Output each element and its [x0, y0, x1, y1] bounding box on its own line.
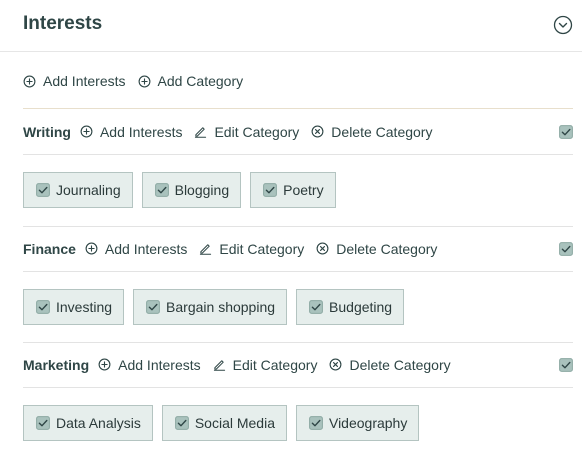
interest-label: Poetry [283, 182, 324, 198]
interest-chip-list: Journaling Blogging Poetry [23, 172, 573, 209]
edit-category-label: Edit Category [214, 123, 300, 140]
interest-label: Social Media [194, 415, 275, 431]
checkbox-checked-icon[interactable] [146, 300, 160, 314]
top-actions: Add Interests Add Category [23, 71, 255, 91]
delete-category-label: Delete Category [336, 240, 438, 257]
x-circle-icon [330, 358, 342, 371]
interest-chip-poetry[interactable]: Poetry [250, 172, 336, 208]
interest-chip-bargain-shopping[interactable]: Bargain shopping [133, 289, 288, 325]
checkbox-checked-icon[interactable] [174, 416, 189, 430]
interest-label: Blogging [174, 182, 230, 198]
interest-label: Investing [56, 299, 113, 315]
add-category-label: Add Category [157, 73, 244, 89]
interest-chip-list: Data Analysis Social Media Videography [23, 405, 573, 442]
category-header-marketing: Marketing Add Interests Edit Category De… [23, 342, 573, 388]
checkbox-checked-icon[interactable] [36, 416, 50, 430]
interest-chip-list: Investing Bargain shopping Budgeting [23, 289, 573, 326]
checkbox-checked-icon[interactable] [36, 183, 50, 197]
interest-chip-social-media[interactable]: Social Media [161, 405, 287, 441]
interest-label: Budgeting [329, 299, 393, 315]
chevron-down-circle-icon[interactable] [553, 15, 573, 35]
add-interests-label: Add Interests [99, 123, 183, 140]
add-interests-label: Add Interests [104, 240, 188, 257]
plus-circle-icon [23, 75, 36, 87]
interest-chip-budgeting[interactable]: Budgeting [296, 289, 405, 325]
checkbox-checked-icon[interactable] [36, 300, 50, 314]
pencil-icon [200, 244, 212, 255]
edit-category-button[interactable]: Edit Category [194, 124, 299, 140]
interest-chip-investing[interactable]: Investing [23, 289, 125, 325]
delete-category-label: Delete Category [331, 123, 433, 140]
add-interests-label: Add Interests [118, 356, 201, 373]
add-interests-button[interactable]: Add Interests [23, 73, 126, 89]
checkbox-checked-icon[interactable] [309, 416, 323, 430]
delete-category-button[interactable]: Delete Category [311, 124, 432, 140]
category-add-interests-button[interactable]: Add Interests [98, 357, 201, 373]
add-category-button[interactable]: Add Category [138, 73, 244, 89]
plus-circle-icon [98, 358, 111, 371]
interest-chip-videography[interactable]: Videography [295, 405, 420, 441]
checkbox-checked-icon[interactable] [154, 183, 169, 197]
category-header-writing: Writing Add Interests Edit Category Dele… [23, 109, 573, 155]
category-name: Finance [23, 240, 76, 257]
category-checkbox[interactable] [559, 358, 573, 372]
interest-label: Videography [328, 415, 408, 431]
page-title: Interests [23, 13, 103, 34]
delete-category-button[interactable]: Delete Category [329, 356, 451, 373]
category-checkbox[interactable] [559, 125, 573, 139]
interest-chip-blogging[interactable]: Blogging [141, 172, 242, 208]
checkbox-checked-icon[interactable] [263, 183, 278, 197]
plus-circle-icon [80, 125, 93, 138]
category-header-finance: Finance Add Interests Edit Category Dele… [23, 226, 573, 272]
edit-category-label: Edit Category [219, 240, 305, 257]
add-interests-label: Add Interests [43, 73, 126, 89]
category-name: Writing [23, 123, 71, 140]
edit-category-button[interactable]: Edit Category [199, 241, 304, 257]
x-circle-icon [316, 242, 329, 255]
interest-chip-journaling[interactable]: Journaling [23, 172, 133, 208]
edit-category-label: Edit Category [232, 356, 318, 373]
pencil-icon [195, 127, 207, 138]
category-add-interests-button[interactable]: Add Interests [85, 240, 188, 257]
interest-label: Bargain shopping [166, 299, 276, 315]
plus-circle-icon [138, 75, 150, 87]
delete-category-button[interactable]: Delete Category [316, 241, 437, 257]
plus-circle-icon [85, 242, 98, 255]
interest-chip-data-analysis[interactable]: Data Analysis [23, 405, 153, 441]
category-name: Marketing [23, 356, 90, 373]
checkbox-checked-icon[interactable] [309, 300, 323, 314]
pencil-icon [213, 360, 225, 371]
x-circle-icon [311, 125, 324, 138]
category-checkbox[interactable] [559, 242, 573, 256]
delete-category-label: Delete Category [349, 356, 451, 373]
interest-label: Journaling [56, 182, 121, 198]
panel-header: Interests [0, 0, 582, 52]
interest-label: Data Analysis [56, 415, 141, 431]
category-add-interests-button[interactable]: Add Interests [80, 123, 183, 140]
edit-category-button[interactable]: Edit Category [213, 356, 318, 373]
